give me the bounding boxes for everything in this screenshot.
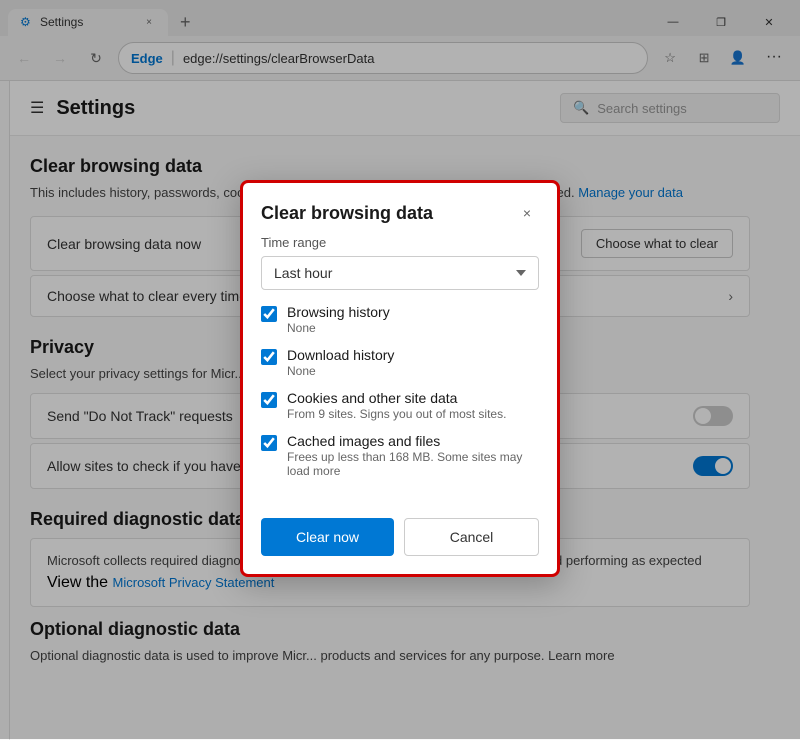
clear-browsing-modal: Clear browsing data × Time range Last ho…	[240, 180, 560, 577]
checkbox-list: Browsing history None Download history N…	[261, 304, 539, 490]
cached-images-item: Cached images and files Frees up less th…	[261, 433, 535, 478]
modal-title: Clear browsing data	[261, 203, 433, 224]
modal-footer: Clear now Cancel	[243, 506, 557, 574]
cached-images-sub: Frees up less than 168 MB. Some sites ma…	[287, 450, 535, 478]
download-history-checkbox[interactable]	[261, 349, 277, 365]
browsing-history-checkbox[interactable]	[261, 306, 277, 322]
cached-images-label: Cached images and files	[287, 433, 535, 449]
time-range-select[interactable]: Last hour Last 24 hours Last 7 days Last…	[261, 256, 539, 290]
cookies-content: Cookies and other site data From 9 sites…	[287, 390, 506, 421]
cookies-label: Cookies and other site data	[287, 390, 506, 406]
download-history-item: Download history None	[261, 347, 535, 378]
modal-body: Time range Last hour Last 24 hours Last …	[243, 235, 557, 506]
browsing-history-label: Browsing history	[287, 304, 390, 320]
cached-images-checkbox[interactable]	[261, 435, 277, 451]
cached-images-content: Cached images and files Frees up less th…	[287, 433, 535, 478]
cookies-checkbox[interactable]	[261, 392, 277, 408]
cookies-item: Cookies and other site data From 9 sites…	[261, 390, 535, 421]
browsing-history-item: Browsing history None	[261, 304, 535, 335]
cancel-button[interactable]: Cancel	[404, 518, 539, 556]
browsing-history-sub: None	[287, 321, 390, 335]
browsing-history-content: Browsing history None	[287, 304, 390, 335]
cookies-sub: From 9 sites. Signs you out of most site…	[287, 407, 506, 421]
time-range-label: Time range	[261, 235, 539, 250]
modal-header: Clear browsing data ×	[243, 183, 557, 235]
clear-now-button[interactable]: Clear now	[261, 518, 394, 556]
modal-overlay[interactable]: Clear browsing data × Time range Last ho…	[0, 0, 800, 739]
download-history-sub: None	[287, 364, 394, 378]
download-history-label: Download history	[287, 347, 394, 363]
download-history-content: Download history None	[287, 347, 394, 378]
modal-close-button[interactable]: ×	[515, 201, 539, 225]
